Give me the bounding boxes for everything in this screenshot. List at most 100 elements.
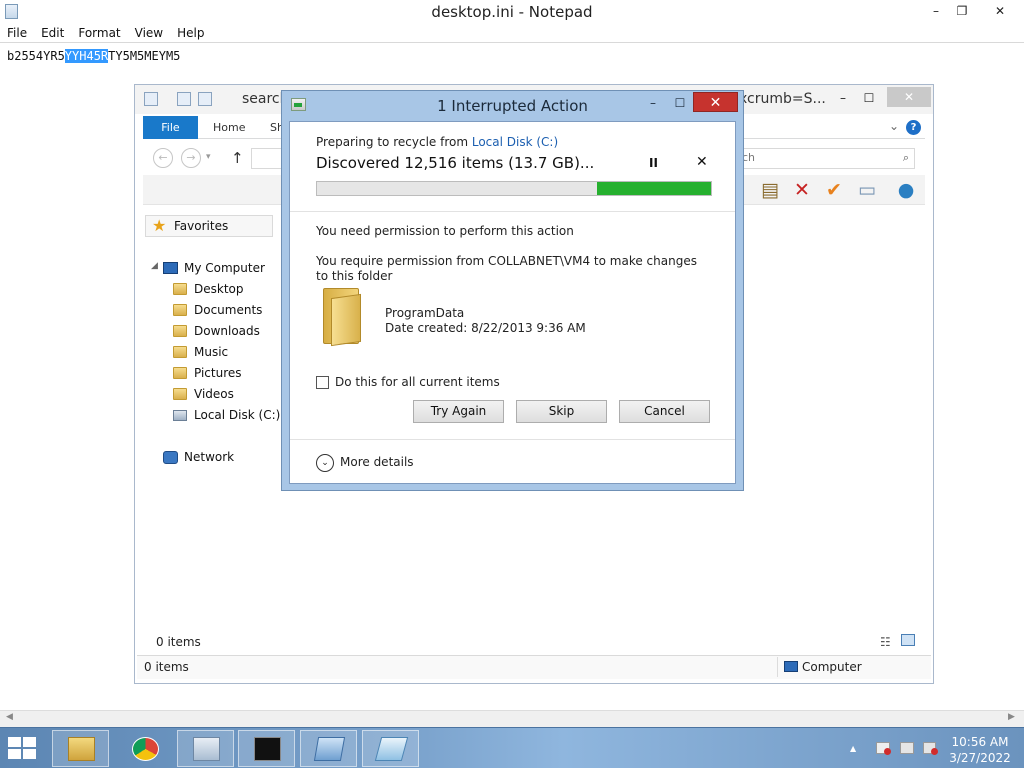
tree-label: Music: [194, 345, 229, 359]
up-button[interactable]: ↑: [231, 149, 244, 167]
folder-icon: [319, 288, 364, 347]
explorer-close-button[interactable]: ✕: [887, 87, 931, 107]
favorites-header[interactable]: ★ Favorites: [145, 215, 273, 237]
back-button[interactable]: ←: [153, 148, 173, 168]
menu-view[interactable]: View: [128, 24, 170, 42]
cancel-operation-button[interactable]: ✕: [696, 154, 708, 170]
search-icon[interactable]: ⌕: [903, 151, 909, 165]
notepad-menubar: File Edit Format View Help: [0, 24, 1024, 42]
search-input[interactable]: ch ⌕: [737, 148, 915, 169]
scroll-left-arrow-icon[interactable]: ◀: [6, 712, 13, 722]
large-icons-view-icon[interactable]: [900, 634, 915, 646]
notepad-minimize-button[interactable]: –: [922, 0, 950, 22]
new-folder-icon[interactable]: [198, 92, 212, 106]
more-details-link[interactable]: More details: [340, 455, 414, 469]
need-permission-text: You need permission to perform this acti…: [316, 224, 574, 238]
checkmark-icon[interactable]: ✔: [823, 179, 845, 201]
recent-locations-icon[interactable]: ▾: [206, 152, 211, 162]
start-button[interactable]: [8, 737, 38, 761]
dialog-titlebar[interactable]: 1 Interrupted Action – ☐ ✕: [282, 91, 743, 121]
discovered-text: Discovered 12,516 items (13.7 GB)...: [316, 154, 595, 172]
location-link[interactable]: Local Disk (C:): [472, 135, 558, 149]
forward-button[interactable]: →: [181, 148, 201, 168]
dialog-minimize-button[interactable]: –: [639, 93, 667, 113]
interrupted-action-dialog: 1 Interrupted Action – ☐ ✕ Preparing to …: [281, 90, 744, 491]
explorer-minimize-button[interactable]: –: [829, 87, 857, 109]
divider: [290, 211, 735, 212]
folder-date-created: Date created: 8/22/2013 9:36 AM: [385, 321, 586, 335]
taskbar-notepad[interactable]: [362, 730, 419, 767]
tree-label: Local Disk (C:): [194, 408, 281, 422]
folder-icon: [173, 346, 187, 358]
taskbar: ▲ 10:56 AM 3/27/2022: [0, 727, 1024, 768]
folder-name: ProgramData: [385, 306, 465, 320]
folder-icon: [173, 304, 187, 316]
clipboard-icon[interactable]: ▤: [759, 179, 781, 201]
volume-icon[interactable]: [923, 742, 938, 755]
task-manager-icon: [193, 737, 220, 761]
computer-icon: [784, 661, 798, 672]
require-permission-text: You require permission from COLLABNET\VM…: [316, 254, 697, 283]
network-icon[interactable]: [900, 742, 914, 754]
properties-icon[interactable]: [177, 92, 191, 106]
notepad-restore-button[interactable]: ❐: [948, 0, 976, 22]
clock[interactable]: 10:56 AM 3/27/2022: [940, 734, 1020, 766]
clock-time: 10:56 AM: [951, 735, 1009, 749]
flag-icon[interactable]: [876, 742, 891, 755]
tree-label: Documents: [194, 303, 263, 317]
skip-button[interactable]: Skip: [516, 400, 607, 423]
notepad-horizontal-scrollbar[interactable]: ◀ ▶: [0, 710, 1024, 727]
preparing-text: Preparing to recycle from Local Disk (C:…: [316, 135, 558, 149]
file-explorer-icon: [68, 737, 95, 761]
globe-icon[interactable]: ●: [895, 179, 917, 201]
apply-to-all-checkbox[interactable]: [316, 376, 329, 389]
ribbon-expand-icon[interactable]: ⌄: [889, 119, 899, 133]
address-bar[interactable]: [251, 148, 283, 169]
taskbar-task-manager[interactable]: [177, 730, 234, 767]
command-prompt-icon: [254, 737, 281, 761]
progress-bar: [316, 181, 712, 196]
explorer-maximize-button[interactable]: ☐: [855, 87, 883, 109]
favorites-label: Favorites: [174, 219, 229, 233]
clock-date: 3/27/2022: [949, 751, 1011, 765]
apply-to-all-label[interactable]: Do this for all current items: [335, 375, 500, 389]
expand-arrow-icon[interactable]: ◢: [151, 261, 158, 271]
notepad-titlebar[interactable]: desktop.ini - Notepad – ❐ ✕: [0, 0, 1024, 24]
taskbar-app-window[interactable]: [300, 730, 357, 767]
tree-label: Pictures: [194, 366, 242, 380]
menu-file[interactable]: File: [0, 24, 34, 42]
view-toggle: ☷: [880, 634, 915, 649]
folder-icon: [173, 388, 187, 400]
items-count: 0 items: [156, 635, 201, 649]
divider: [290, 439, 735, 440]
notepad-text[interactable]: b2554YR5YYH45RTY5M5MEYM5: [7, 49, 180, 63]
details-view-icon[interactable]: ☷: [880, 635, 891, 649]
try-again-button[interactable]: Try Again: [413, 400, 504, 423]
chevron-down-icon[interactable]: ⌄: [316, 454, 334, 472]
scroll-right-arrow-icon[interactable]: ▶: [1008, 712, 1015, 722]
rename-icon[interactable]: ▭: [856, 179, 878, 201]
pause-button[interactable]: II: [649, 156, 658, 170]
help-icon[interactable]: ?: [906, 120, 921, 135]
explorer-app-icon[interactable]: [144, 92, 158, 106]
dialog-maximize-button[interactable]: ☐: [667, 93, 693, 113]
cancel-button[interactable]: Cancel: [619, 400, 710, 423]
dialog-close-button[interactable]: ✕: [693, 92, 738, 112]
tree-label: My Computer: [184, 261, 265, 275]
menu-help[interactable]: Help: [170, 24, 211, 42]
ribbon-tab-file[interactable]: File: [143, 116, 198, 139]
ribbon-tab-home[interactable]: Home: [213, 116, 245, 139]
folder-icon: [173, 367, 187, 379]
explorer-status-bar: 0 items Computer: [137, 655, 931, 679]
text-before: b2554YR5: [7, 49, 65, 63]
tree-label: Desktop: [194, 282, 244, 296]
menu-edit[interactable]: Edit: [34, 24, 71, 42]
menu-format[interactable]: Format: [71, 24, 127, 42]
taskbar-command-prompt[interactable]: [238, 730, 295, 767]
delete-icon[interactable]: ✕: [791, 179, 813, 201]
taskbar-chrome[interactable]: [116, 730, 173, 767]
taskbar-file-explorer[interactable]: [52, 730, 109, 767]
show-hidden-icons-icon[interactable]: ▲: [850, 744, 856, 753]
notepad-close-button[interactable]: ✕: [986, 0, 1014, 22]
folder-icon: [173, 283, 187, 295]
